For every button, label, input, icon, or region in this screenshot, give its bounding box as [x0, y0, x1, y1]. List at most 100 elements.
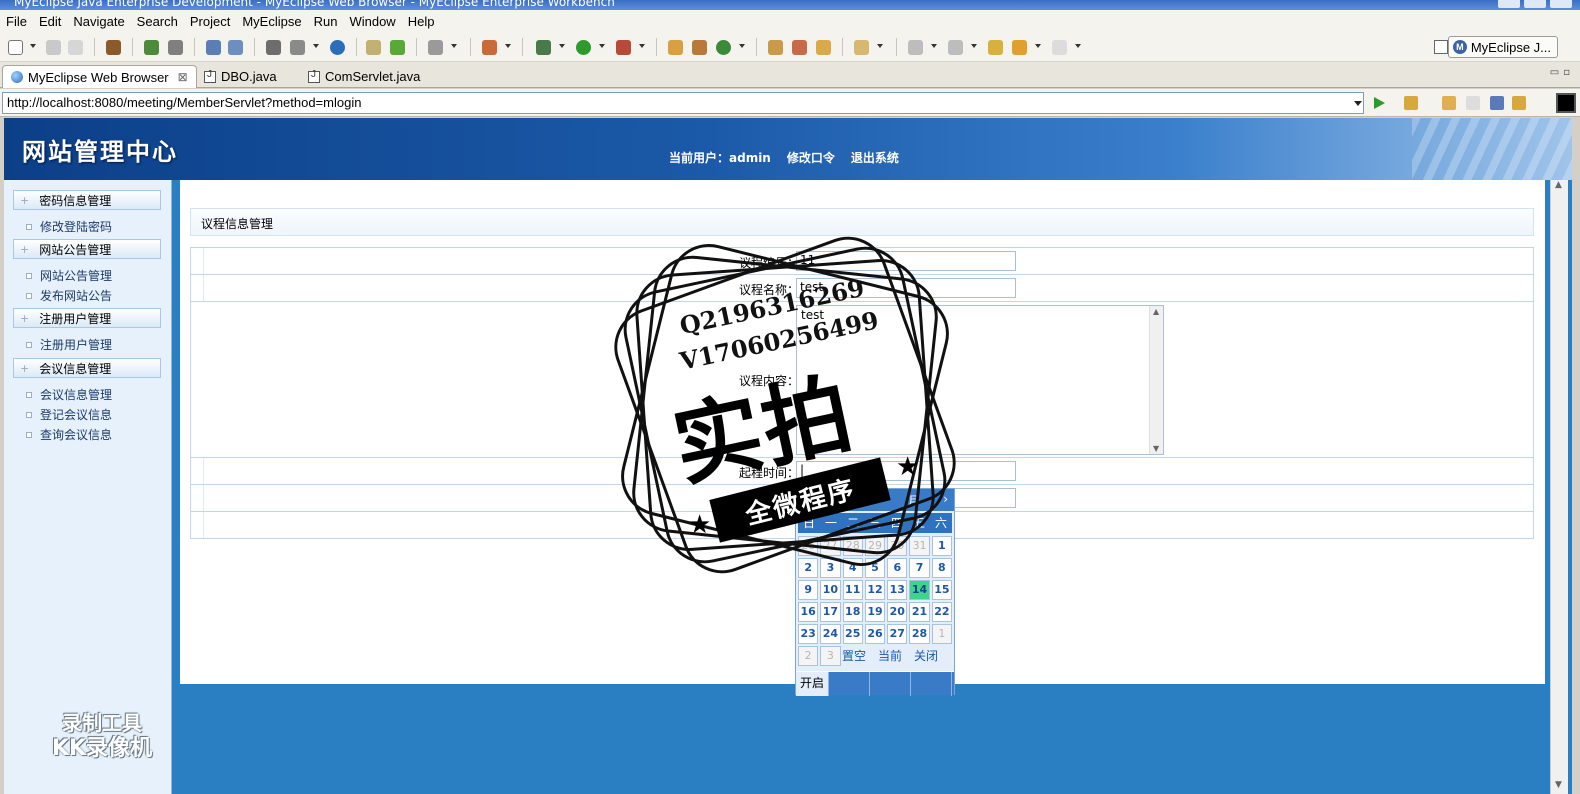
clear-date-button[interactable]: 置空	[842, 647, 866, 664]
calendar-day[interactable]: 3	[820, 646, 841, 666]
calendar-day[interactable]: 26	[864, 624, 886, 644]
menu-run[interactable]: Run	[308, 14, 344, 29]
calendar-day[interactable]: 14	[909, 580, 930, 600]
menu-project[interactable]: Project	[184, 14, 236, 29]
calendar-day[interactable]: 16	[798, 602, 819, 622]
calendar-day[interactable]: 19	[864, 602, 886, 622]
wizard-icon[interactable]	[206, 40, 221, 55]
calendar-day[interactable]: 4	[842, 558, 863, 578]
calendar-day[interactable]: 31	[909, 536, 930, 556]
menu-help[interactable]: Help	[402, 14, 441, 29]
refresh-icon[interactable]	[716, 40, 731, 55]
bug-icon[interactable]	[144, 40, 159, 55]
sidebar-item-announcement-management[interactable]: 网站公告管理	[26, 267, 112, 284]
open-button[interactable]: 开启	[796, 672, 829, 696]
agenda-number-input[interactable]: 11	[796, 251, 1016, 271]
open-task-icon[interactable]	[816, 40, 831, 55]
calendar-day[interactable]: 28	[842, 536, 863, 556]
calendar-day[interactable]: 27	[887, 624, 908, 644]
calendar-day[interactable]: 27	[820, 536, 841, 556]
calendar-month[interactable]: 月	[908, 492, 920, 509]
perspective-switcher[interactable]: M MyEclipse J...	[1447, 36, 1558, 58]
change-password-link[interactable]: 修改口令	[787, 149, 835, 166]
deploy-icon[interactable]	[266, 40, 281, 55]
maximize-button[interactable]	[1524, 0, 1546, 8]
menu-search[interactable]: Search	[131, 14, 184, 29]
start-time-input[interactable]: |	[796, 461, 1016, 481]
save-all-icon[interactable]	[68, 40, 83, 55]
run-icon[interactable]	[576, 40, 591, 55]
search-icon[interactable]	[228, 40, 243, 55]
browser-back-icon[interactable]	[1442, 96, 1456, 110]
calendar-day[interactable]: 12	[864, 580, 886, 600]
calendar-day[interactable]: 2	[798, 558, 819, 578]
agenda-name-input[interactable]: test	[796, 278, 1016, 298]
new-icon[interactable]	[8, 40, 23, 55]
next-month-button[interactable]: ›	[943, 492, 948, 506]
close-window-button[interactable]	[1550, 0, 1572, 8]
new-dropdown-icon[interactable]	[30, 44, 36, 48]
sidebar-group-announcements[interactable]: + 网站公告管理	[13, 239, 161, 259]
menu-file[interactable]: File	[0, 14, 33, 29]
menu-window[interactable]: Window	[343, 14, 401, 29]
open-file-icon[interactable]	[290, 40, 305, 55]
calendar-day[interactable]: 1	[931, 536, 952, 556]
external-tools-icon[interactable]	[616, 40, 631, 55]
new-class-icon[interactable]	[668, 40, 683, 55]
agenda-content-textarea[interactable]: test	[796, 305, 1164, 455]
next-annotation-icon[interactable]	[908, 40, 923, 55]
prev-annotation-icon[interactable]	[948, 40, 963, 55]
minimize-button[interactable]	[1498, 0, 1520, 8]
sidebar-item-register-meeting[interactable]: 登记会议信息	[26, 406, 112, 423]
close-icon[interactable]: ⊠	[178, 70, 188, 84]
calendar-day[interactable]: 21	[909, 602, 930, 622]
calendar-day[interactable]: 22	[931, 602, 952, 622]
calendar-day[interactable]: 9	[798, 580, 819, 600]
url-history-dropdown-icon[interactable]	[1354, 101, 1362, 106]
calendar-day[interactable]: 18	[842, 602, 863, 622]
open-type-icon[interactable]	[768, 40, 783, 55]
open-folder-icon[interactable]	[854, 40, 869, 55]
sidebar-group-users[interactable]: + 注册用户管理	[13, 308, 161, 328]
calendar-day[interactable]: 2	[798, 646, 819, 666]
calendar-day[interactable]: 13	[887, 580, 908, 600]
back-icon[interactable]	[1012, 40, 1027, 55]
new-web-project-icon[interactable]	[482, 40, 497, 55]
tab-comservlet-java[interactable]: ComServlet.java	[300, 65, 428, 88]
calendar-day[interactable]: 3	[820, 558, 841, 578]
stop-icon[interactable]	[1490, 96, 1504, 110]
globe-icon[interactable]	[330, 40, 345, 55]
package-icon[interactable]	[106, 40, 121, 55]
menu-myeclipse[interactable]: MyEclipse	[236, 14, 307, 29]
sidebar-group-meetings[interactable]: + 会议信息管理	[13, 358, 161, 378]
logout-link[interactable]: 退出系统	[851, 149, 899, 166]
calendar-day[interactable]: 25	[842, 624, 863, 644]
new-package-icon[interactable]	[692, 40, 707, 55]
folder-icon[interactable]	[366, 40, 381, 55]
view-controls[interactable]: ▭▫	[1550, 67, 1574, 78]
calendar-day[interactable]: 11	[842, 580, 863, 600]
calendar-day[interactable]: 29	[864, 536, 886, 556]
calendar-day[interactable]: 20	[887, 602, 908, 622]
add-server-icon[interactable]	[390, 40, 405, 55]
sidebar-item-publish-announcement[interactable]: 发布网站公告	[26, 287, 112, 304]
tab-web-browser[interactable]: MyEclipse Web Browser ⊠	[2, 65, 197, 88]
refresh-page-icon[interactable]	[1512, 96, 1526, 110]
favorites-icon[interactable]	[1404, 96, 1418, 110]
calendar-day[interactable]: 23	[798, 624, 819, 644]
debug-icon[interactable]	[536, 40, 551, 55]
menu-navigate[interactable]: Navigate	[67, 14, 130, 29]
page-scrollbar[interactable]	[1550, 180, 1568, 794]
camera-icon[interactable]	[428, 40, 443, 55]
close-calendar-button[interactable]: 关闭	[914, 647, 938, 664]
go-icon[interactable]	[1374, 97, 1385, 109]
pencil-icon[interactable]	[792, 40, 807, 55]
calendar-day[interactable]: 7	[909, 558, 930, 578]
menu-edit[interactable]: Edit	[33, 14, 67, 29]
calendar-day[interactable]: 17	[820, 602, 841, 622]
browser-forward-icon[interactable]	[1466, 96, 1480, 110]
calendar-day[interactable]: 28	[909, 624, 930, 644]
textarea-scrollbar[interactable]	[1149, 306, 1163, 454]
calendar-day[interactable]: 6	[887, 558, 908, 578]
last-edit-icon[interactable]	[988, 40, 1003, 55]
